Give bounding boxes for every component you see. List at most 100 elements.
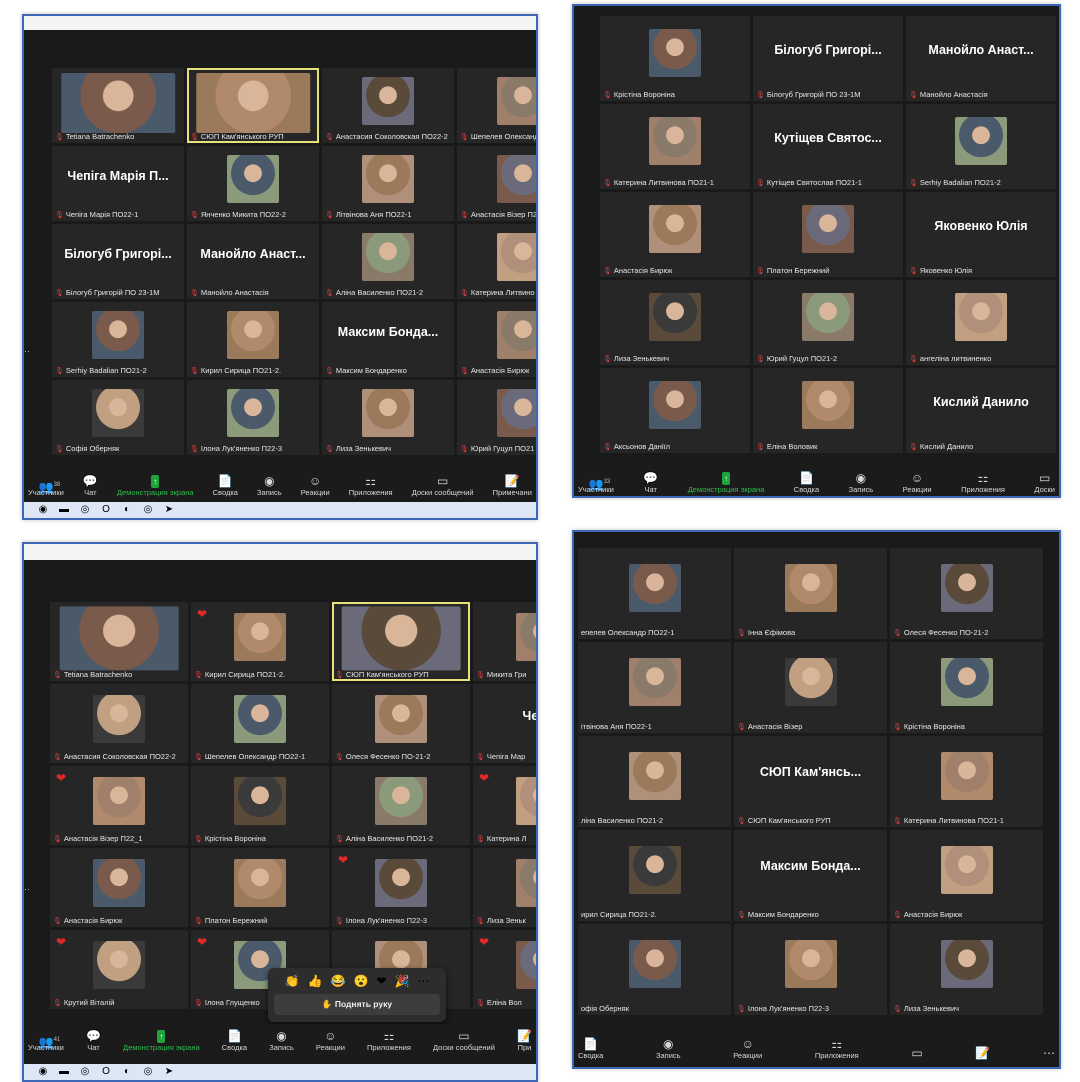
reaction-emoji-icon[interactable]: 👏	[285, 974, 300, 988]
chrome-icon[interactable]: ◎	[78, 503, 92, 517]
reaction-emoji-icon[interactable]: ❤	[376, 974, 386, 988]
whiteboards-button[interactable]: ▭ Доски сообщений	[433, 1030, 495, 1053]
participant-tile[interactable]: 🎙 Анастасія Бирюк	[457, 302, 536, 377]
participant-tile[interactable]: 🎙 Аліна Василенко ПО21-2	[322, 224, 454, 299]
participant-tile[interactable]: Максим Бонда... 🎙 Максим Бондаренко	[322, 302, 454, 377]
apps-button[interactable]: ⚏ Приложения	[961, 472, 1005, 495]
participant-tile[interactable]: 🎙 Serhiy Badalian ПО21-2	[906, 104, 1056, 189]
participant-tile[interactable]: 🎙 Кирил Сирица ПО21-2.	[187, 302, 319, 377]
summary-button[interactable]: 📄 Сводка	[213, 475, 238, 498]
chrome-icon[interactable]: ◎	[78, 1065, 92, 1079]
notes-button[interactable]: 📝 При	[517, 1030, 532, 1053]
more-button[interactable]: ⋯	[1043, 1047, 1055, 1060]
participant-tile[interactable]: 🎙 Serhiy Badalian ПО21-2	[52, 302, 184, 377]
participant-tile[interactable]: 🎙 Анастасія Візер П2	[457, 146, 536, 221]
reaction-emoji-icon[interactable]: ⋯	[417, 974, 429, 988]
participant-tile[interactable]: 🎙 Tetiana Batrachenko	[52, 68, 184, 143]
participant-tile[interactable]: Чепіга 🎙Чепіга Мар	[473, 684, 536, 763]
participant-tile[interactable]: 🎙 Анастасія Бирюк	[50, 848, 188, 927]
share-screen-button[interactable]: ↑ Демонстрация экрана	[117, 475, 194, 497]
participant-tile[interactable]: ❤ 🎙 Еліна Вол	[473, 930, 536, 1009]
participant-tile[interactable]: Кутіщев Святос... 🎙 Кутіщев Святослав ПО21…	[753, 104, 903, 189]
participant-tile[interactable]: ирил Сирица ПО21-2.	[578, 830, 731, 921]
participant-tile[interactable]: 🎙 Лиза Зенькевич	[600, 280, 750, 365]
participant-tile[interactable]: Манойло Анаст... 🎙 Манойло Анастасія	[187, 224, 319, 299]
participant-tile[interactable]: 🎙 СЮП Кам'янського РУП	[187, 68, 319, 143]
chrome-icon[interactable]: ◎	[141, 503, 155, 517]
participant-tile[interactable]: 🎙 Лиза Зеньк	[473, 848, 536, 927]
participant-tile[interactable]: 🎙 Крістіна Вороніна	[890, 642, 1043, 733]
share-screen-button[interactable]: ↑ Демонстрация экрана	[688, 472, 764, 494]
participant-tile[interactable]: 🎙 Лiтвінова Аня ПО22-1	[322, 146, 454, 221]
participant-tile[interactable]: офія Оберняк	[578, 924, 731, 1015]
participant-tile[interactable]: 🎙 СЮП Кам'янського РУП	[332, 602, 470, 681]
participant-tile[interactable]: Яковенко Юлія 🎙 Яковенко Юлія	[906, 192, 1056, 277]
opera-icon[interactable]: O	[99, 503, 113, 517]
participant-tile[interactable]: ліна Василенко ПО21-2	[578, 736, 731, 827]
record-button[interactable]: ◉ Запись	[257, 475, 282, 498]
participant-tile[interactable]: Кислий Данило 🎙 Кислий Данило	[906, 368, 1056, 453]
participant-tile[interactable]: 🎙 Катерина Литвино	[457, 224, 536, 299]
apps-button[interactable]: ⚏ Приложения	[349, 475, 393, 498]
participant-tile[interactable]: 🎙 Tetiana Batrachenko	[50, 602, 188, 681]
participant-tile[interactable]: 🎙 Анастасия Соколовская ПО22-2	[322, 68, 454, 143]
participant-tile[interactable]: 🎙 Софія Оберняк	[52, 380, 184, 455]
whiteboards-button[interactable]: ▭	[911, 1047, 922, 1060]
chrome-icon[interactable]: ◎	[141, 1065, 155, 1079]
notes-button[interactable]: 📝 Примечани	[493, 475, 532, 498]
participant-tile[interactable]: епелев Олександр ПО22-1	[578, 548, 731, 639]
participant-tile[interactable]: 🎙 Шепелев Олександр ПО22-1	[191, 684, 329, 763]
participants-button[interactable]: 👥 38 Участники	[28, 481, 64, 498]
firefox-icon[interactable]: ◐	[120, 503, 134, 517]
participant-tile[interactable]: 🎙 Юрий Гуцул ПО21-2	[753, 280, 903, 365]
summary-button[interactable]: 📄 Сводка	[794, 472, 819, 495]
participant-tile[interactable]: ❤ 🎙 Анастасія Візер П22_1	[50, 766, 188, 845]
participant-tile[interactable]: 🎙 Юрий Гуцул ПО21	[457, 380, 536, 455]
reaction-emoji-icon[interactable]: 😮	[353, 974, 368, 988]
telegram-icon[interactable]: ➤	[162, 503, 176, 517]
participant-tile[interactable]: Білогуб Григорі... 🎙 Білогуб Григорій ПО 2…	[52, 224, 184, 299]
firefox-icon[interactable]: ◐	[120, 1065, 134, 1079]
whiteboards-button[interactable]: ▭ Доски	[1034, 472, 1055, 495]
participant-tile[interactable]: 🎙 Інна Єфімова	[734, 548, 887, 639]
participant-tile[interactable]: 🎙 Ілона Лук'яненко П22-3	[187, 380, 319, 455]
viber-icon[interactable]: ◉	[36, 1065, 50, 1079]
viber-icon[interactable]: ◉	[36, 503, 50, 517]
reactions-button[interactable]: ☺ Реакции	[301, 475, 330, 498]
participant-tile[interactable]: 🎙 Анастасія Візер	[734, 642, 887, 733]
participant-tile[interactable]: 🎙 Анастасія Бирюк	[600, 192, 750, 277]
folder-icon[interactable]: ▬	[57, 503, 71, 517]
summary-button[interactable]: 📄 Сводка	[222, 1030, 247, 1053]
participant-tile[interactable]: 🎙 Микита Гри	[473, 602, 536, 681]
participant-tile[interactable]: 🎙 Янченко Микита ПО22-2	[187, 146, 319, 221]
participant-tile[interactable]: 🎙 Платон Бережний	[753, 192, 903, 277]
participant-tile[interactable]: 🎙 Крістіна Вороніна	[191, 766, 329, 845]
participant-tile[interactable]: Манойло Анаст... 🎙 Манойло Анастасія	[906, 16, 1056, 101]
participant-tile[interactable]: 🎙 Анастасия Соколовская ПО22-2	[50, 684, 188, 763]
apps-button[interactable]: ⚏ Приложения	[815, 1038, 859, 1061]
folder-icon[interactable]: ▬	[57, 1065, 71, 1079]
chat-button[interactable]: 💬 Чат	[643, 472, 658, 495]
more-participants-indicator[interactable]: ··	[24, 884, 30, 894]
notes-button[interactable]: 📝	[975, 1047, 990, 1060]
reaction-emoji-icon[interactable]: 😂	[330, 974, 345, 988]
reaction-emoji-icon[interactable]: 🎉	[394, 974, 409, 988]
participant-tile[interactable]: 🎙 Ілона Лук'яненко П22-3	[734, 924, 887, 1015]
participant-tile[interactable]: ❤ 🎙 Крутий Віталій	[50, 930, 188, 1009]
reaction-emoji-icon[interactable]: 👍	[308, 974, 323, 988]
participant-tile[interactable]: 🎙 Крістіна Вороніна	[600, 16, 750, 101]
participant-tile[interactable]: ❤ 🎙 Ілона Лук'яненко П22-3	[332, 848, 470, 927]
participant-tile[interactable]: 🎙 Катерина Литвинова ПО21-1	[890, 736, 1043, 827]
opera-icon[interactable]: O	[99, 1065, 113, 1079]
participant-tile[interactable]: 🎙 Шепелев Олександ	[457, 68, 536, 143]
telegram-icon[interactable]: ➤	[162, 1065, 176, 1079]
participant-tile[interactable]: 🎙 ангеліна литвиненко	[906, 280, 1056, 365]
participant-tile[interactable]: 🎙 Катерина Литвинова ПО21-1	[600, 104, 750, 189]
reactions-button[interactable]: ☺ Реакции	[903, 472, 932, 495]
more-participants-indicator[interactable]: ··	[24, 346, 30, 356]
reactions-button[interactable]: ☺ Реакции	[733, 1038, 762, 1061]
whiteboards-button[interactable]: ▭ Доски сообщений	[412, 475, 474, 498]
reactions-button[interactable]: ☺ Реакции	[316, 1030, 345, 1053]
apps-button[interactable]: ⚏ Приложения	[367, 1030, 411, 1053]
participant-tile[interactable]: 🎙 Анастасія Бирюк	[890, 830, 1043, 921]
